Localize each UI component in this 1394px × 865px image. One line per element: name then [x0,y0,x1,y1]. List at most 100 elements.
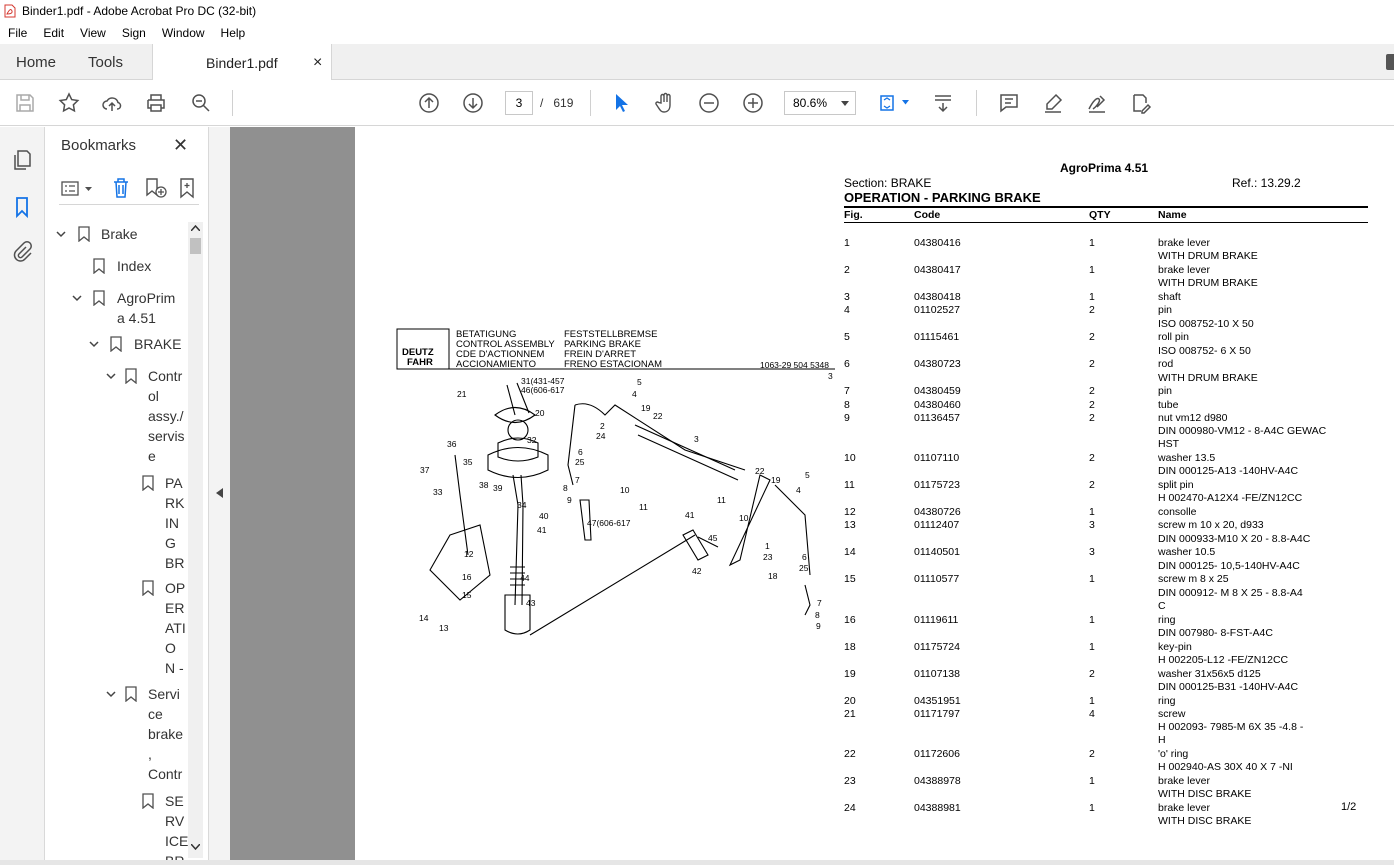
part-spec: C [1158,599,1166,612]
zoom-search-icon[interactable] [189,91,213,115]
menu-help[interactable]: Help [213,26,254,40]
zoom-out-icon[interactable] [697,91,721,115]
bookmark-icon [142,475,154,491]
diagram-label: 9 [567,495,572,505]
part-qty: 1 [1089,694,1095,707]
highlight-pen-icon[interactable] [1041,91,1065,115]
zoom-level-value: 80.6% [793,96,828,110]
page-total-count: 619 [553,96,574,110]
chevron-down-icon[interactable] [55,228,67,240]
overflow-icon[interactable] [1386,54,1394,70]
delete-bookmark-icon[interactable] [111,177,131,199]
diagram-label: 7 [575,475,580,485]
menu-window[interactable]: Window [154,26,213,40]
scroll-up-icon[interactable] [191,225,200,231]
bookmark-label: BRAKE [134,336,182,352]
tab-home[interactable]: Home [16,44,56,80]
close-panel-icon[interactable]: ✕ [173,135,188,156]
part-fig: 16 [844,613,856,626]
part-code: 01136457 [914,411,960,424]
bookmark-label-line: brake [148,726,184,742]
menu-file[interactable]: File [0,26,35,40]
save-icon[interactable] [13,91,37,115]
stamp-edit-icon[interactable] [1128,91,1152,115]
menu-sign[interactable]: Sign [114,26,154,40]
part-fig: 23 [844,775,856,787]
part-fig: 18 [844,640,856,653]
diagram-label: 11 [717,495,726,505]
bookmarks-scrollbar[interactable] [188,222,203,858]
part-code: 04388981 [914,802,961,814]
page-thumbnails-icon[interactable] [10,148,34,172]
horizontal-scrollbar[interactable] [0,860,1394,865]
zoom-in-icon[interactable] [741,91,765,115]
diagram-label: 14 [419,613,429,623]
part-spec: DIN 000125- 10,5-140HV-A4C [1158,559,1300,572]
diagram-label: 10 [739,513,749,523]
menu-edit[interactable]: Edit [35,26,72,40]
bookmark-label-line: , [148,746,152,762]
chevron-down-icon[interactable] [71,292,83,304]
options-menu-icon[interactable] [61,180,95,198]
part-qty: 2 [1089,452,1095,464]
part-name: washer 13.5 [1158,452,1216,464]
bookmark-properties-icon[interactable] [179,177,195,199]
scroll-mode-icon[interactable] [931,91,955,115]
part-qty: 1 [1089,640,1095,653]
part-spec: DIN 000933-M10 X 20 - 8.8-A4C [1158,532,1311,545]
attachments-icon[interactable] [10,240,34,264]
sign-pen-icon[interactable] [1085,91,1109,115]
part-code: 04380416 [914,237,961,249]
part-spec: ISO 008752- 6 X 50 [1158,344,1251,357]
diagram-label: 34 [517,500,527,510]
diagram-label: 8 [815,610,820,620]
part-qty: 2 [1089,667,1095,680]
scroll-down-icon[interactable] [191,844,200,850]
tab-document-label: Binder1.pdf [206,54,278,71]
bookmark-service-brake-item[interactable]: SE RV ICE BR [140,791,190,860]
menu-view[interactable]: View [72,26,114,40]
diagram-label: 9 [816,621,821,631]
diagram-label: 47(606-617 [587,518,631,528]
select-cursor-icon[interactable] [609,91,633,115]
part-fig: 5 [844,331,850,344]
tab-document[interactable]: Binder1.pdf × [152,44,332,81]
tab-tools[interactable]: Tools [88,44,123,80]
chevron-down-icon[interactable] [105,688,117,700]
part-fig: 21 [844,707,856,720]
comment-icon[interactable] [997,91,1021,115]
diagram-label: 3 [694,434,699,444]
main-toolbar [0,80,1394,126]
part-code: 04380460 [914,398,961,411]
diagram-label: 3 [828,371,833,381]
zoom-level-select[interactable]: 80.6% [784,91,856,115]
panel-collapse-strip[interactable] [208,127,230,860]
upload-cloud-icon[interactable] [100,91,124,115]
tab-close-button[interactable]: × [313,54,322,72]
bookmarks-icon[interactable] [10,195,34,219]
next-page-icon[interactable] [461,91,485,115]
diagram-label: 20 [535,408,545,418]
part-qty: 1 [1089,573,1095,586]
menu-bar: File Edit View Sign Window Help [0,22,1394,44]
part-name: nut vm12 d980 [1158,411,1228,424]
page-number-input[interactable]: 3 [505,91,533,115]
new-bookmark-icon[interactable] [144,177,168,199]
print-icon[interactable] [144,91,168,115]
previous-page-icon[interactable] [417,91,441,115]
collapse-panel-icon[interactable] [216,488,223,498]
part-code: 01172606 [914,748,960,760]
star-icon[interactable] [57,91,81,115]
chevron-down-icon[interactable] [105,370,117,382]
bookmark-label-line: BR [165,851,184,860]
hand-tool-icon[interactable] [653,91,677,115]
part-name: brake lever [1158,264,1210,276]
chevron-down-icon[interactable] [902,100,909,105]
diagram-label: 1 [765,541,770,551]
part-code: 01107138 [914,667,960,680]
chevron-down-icon[interactable] [88,338,100,350]
bookmark-icon [110,336,122,352]
part-spec: H 002205-L12 -FE/ZN12CC [1158,653,1289,666]
fit-page-icon[interactable] [876,91,900,115]
scroll-thumb[interactable] [190,238,201,254]
